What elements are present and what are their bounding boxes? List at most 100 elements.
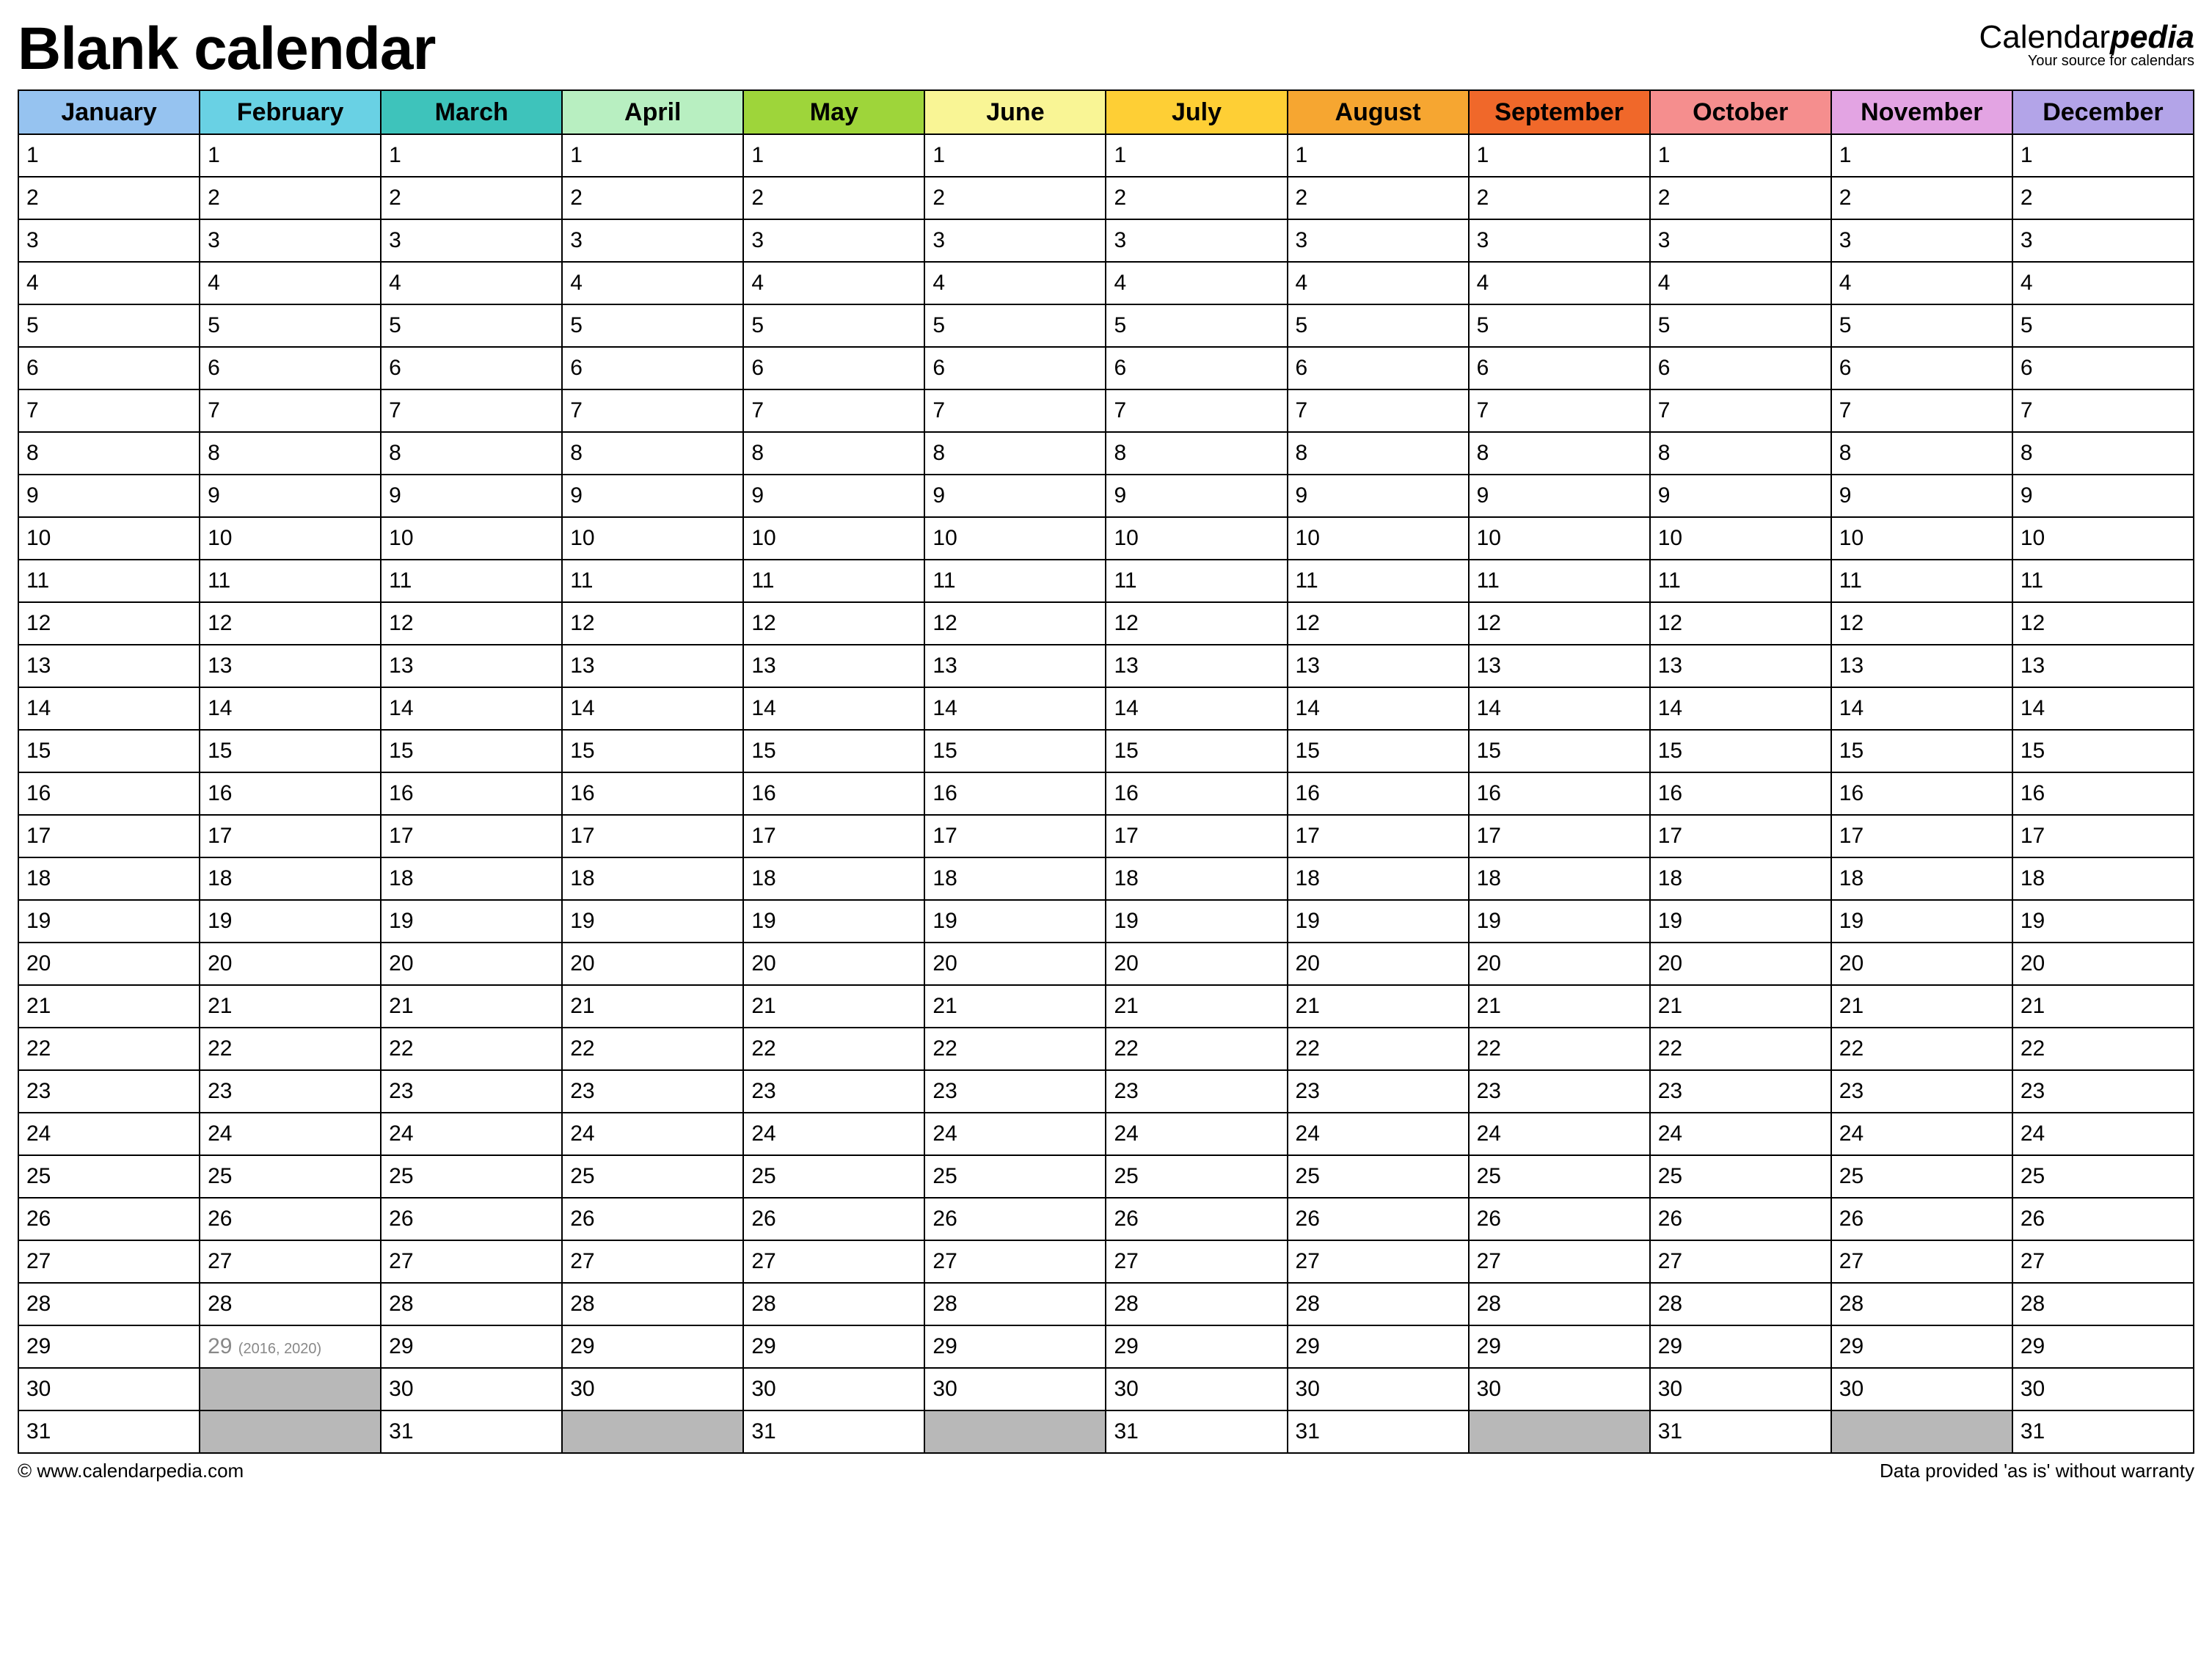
day-cell: 11 xyxy=(562,560,743,602)
day-cell: 6 xyxy=(1288,347,1469,389)
day-cell: 29 (2016, 2020) xyxy=(200,1325,381,1368)
day-cell: 30 xyxy=(381,1368,562,1410)
day-cell: 27 xyxy=(1831,1240,2012,1283)
day-row: 333333333333 xyxy=(18,219,2194,262)
day-row: 2929 (2016, 2020)29292929292929292929 xyxy=(18,1325,2194,1368)
day-cell: 29 xyxy=(1831,1325,2012,1368)
day-cell: 25 xyxy=(1469,1155,1650,1198)
day-cell: 14 xyxy=(381,687,562,730)
day-cell: 17 xyxy=(1469,815,1650,857)
day-cell: 24 xyxy=(743,1113,924,1155)
day-cell: 11 xyxy=(200,560,381,602)
day-cell: 2 xyxy=(18,177,200,219)
day-cell: 28 xyxy=(18,1283,200,1325)
day-cell: 31 xyxy=(1288,1410,1469,1453)
day-cell: 17 xyxy=(1831,815,2012,857)
day-row: 282828282828282828282828 xyxy=(18,1283,2194,1325)
day-cell: 21 xyxy=(1288,985,1469,1028)
day-cell: 19 xyxy=(924,900,1106,943)
calendar-table: JanuaryFebruaryMarchAprilMayJuneJulyAugu… xyxy=(18,89,2194,1454)
day-cell: 7 xyxy=(2012,389,2194,432)
day-cell: 27 xyxy=(1469,1240,1650,1283)
day-row: 212121212121212121212121 xyxy=(18,985,2194,1028)
day-cell: 25 xyxy=(381,1155,562,1198)
day-cell: 26 xyxy=(1288,1198,1469,1240)
day-cell: 4 xyxy=(381,262,562,304)
day-cell: 7 xyxy=(381,389,562,432)
day-cell: 9 xyxy=(18,475,200,517)
day-cell: 4 xyxy=(1650,262,1831,304)
day-cell: 23 xyxy=(1106,1070,1287,1113)
day-cell: 21 xyxy=(924,985,1106,1028)
day-cell: 11 xyxy=(924,560,1106,602)
day-cell: 10 xyxy=(1650,517,1831,560)
day-row: 888888888888 xyxy=(18,432,2194,475)
day-cell xyxy=(200,1410,381,1453)
day-cell: 4 xyxy=(1469,262,1650,304)
day-cell: 4 xyxy=(200,262,381,304)
calendar-body: 1111111111112222222222223333333333334444… xyxy=(18,134,2194,1453)
day-cell: 18 xyxy=(1469,857,1650,900)
day-cell: 25 xyxy=(743,1155,924,1198)
day-cell: 7 xyxy=(562,389,743,432)
day-cell: 30 xyxy=(18,1368,200,1410)
day-cell: 9 xyxy=(381,475,562,517)
day-cell: 27 xyxy=(381,1240,562,1283)
day-cell: 29 xyxy=(18,1325,200,1368)
month-header-february: February xyxy=(200,90,381,134)
day-cell: 9 xyxy=(924,475,1106,517)
day-cell: 17 xyxy=(381,815,562,857)
day-cell: 20 xyxy=(562,943,743,985)
day-cell: 19 xyxy=(1106,900,1287,943)
day-cell: 15 xyxy=(1288,730,1469,772)
day-cell: 18 xyxy=(1650,857,1831,900)
day-cell: 22 xyxy=(200,1028,381,1070)
day-cell: 17 xyxy=(200,815,381,857)
day-cell: 22 xyxy=(1469,1028,1650,1070)
day-cell: 8 xyxy=(1469,432,1650,475)
day-cell: 11 xyxy=(1106,560,1287,602)
day-cell: 6 xyxy=(1106,347,1287,389)
day-cell: 5 xyxy=(1831,304,2012,347)
day-cell: 22 xyxy=(2012,1028,2194,1070)
day-cell: 7 xyxy=(200,389,381,432)
day-cell: 17 xyxy=(562,815,743,857)
day-cell: 12 xyxy=(381,602,562,645)
day-cell: 10 xyxy=(1106,517,1287,560)
day-cell: 29 xyxy=(1650,1325,1831,1368)
day-row: 3030303030303030303030 xyxy=(18,1368,2194,1410)
page-title: Blank calendar xyxy=(18,15,435,84)
day-cell: 15 xyxy=(1650,730,1831,772)
day-cell: 20 xyxy=(1106,943,1287,985)
day-cell: 10 xyxy=(381,517,562,560)
day-cell: 17 xyxy=(2012,815,2194,857)
day-cell: 13 xyxy=(924,645,1106,687)
day-row: 111111111111 xyxy=(18,134,2194,177)
day-cell: 23 xyxy=(562,1070,743,1113)
day-cell: 22 xyxy=(743,1028,924,1070)
day-cell: 30 xyxy=(1469,1368,1650,1410)
day-cell: 12 xyxy=(562,602,743,645)
footer-disclaimer: Data provided 'as is' without warranty xyxy=(1880,1460,2194,1482)
day-cell: 16 xyxy=(1106,772,1287,815)
day-cell: 26 xyxy=(1469,1198,1650,1240)
day-row: 31313131313131 xyxy=(18,1410,2194,1453)
day-cell: 23 xyxy=(743,1070,924,1113)
day-cell: 9 xyxy=(743,475,924,517)
day-cell: 6 xyxy=(18,347,200,389)
day-cell: 14 xyxy=(1288,687,1469,730)
day-cell: 6 xyxy=(562,347,743,389)
day-cell: 23 xyxy=(1650,1070,1831,1113)
day-cell: 6 xyxy=(924,347,1106,389)
day-cell: 10 xyxy=(18,517,200,560)
day-cell: 2 xyxy=(1831,177,2012,219)
day-cell: 14 xyxy=(200,687,381,730)
footer-copyright: © www.calendarpedia.com xyxy=(18,1460,244,1482)
day-cell: 23 xyxy=(200,1070,381,1113)
day-cell: 8 xyxy=(562,432,743,475)
day-row: 242424242424242424242424 xyxy=(18,1113,2194,1155)
day-cell: 15 xyxy=(743,730,924,772)
day-cell: 6 xyxy=(200,347,381,389)
day-cell: 21 xyxy=(18,985,200,1028)
day-row: 121212121212121212121212 xyxy=(18,602,2194,645)
